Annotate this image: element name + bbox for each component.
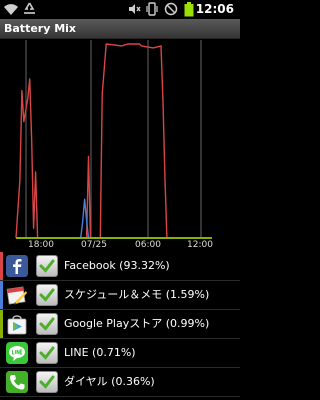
include-checkbox[interactable] xyxy=(36,342,58,364)
battery-icon xyxy=(184,2,194,17)
app-row-phone-dial[interactable]: ダイヤル (0.36%) xyxy=(0,368,240,397)
chart-background xyxy=(0,40,240,250)
line-icon xyxy=(6,342,28,364)
app-usage-label: LINE (0.71%) xyxy=(64,346,136,359)
app-row-schedule-memo[interactable]: スケジュール＆メモ (1.59%) xyxy=(0,281,240,310)
recycle-icon xyxy=(24,2,35,14)
series-color-strip xyxy=(0,368,3,396)
battery-usage-chart[interactable]: 18:00 07/25 06:00 12:00 xyxy=(0,40,240,250)
include-checkbox[interactable] xyxy=(36,255,58,277)
check-icon xyxy=(39,317,55,331)
status-time: 12:06 xyxy=(195,2,234,16)
chart-x-tick-label: 18:00 xyxy=(28,240,54,250)
chart-svg: 18:00 07/25 06:00 12:00 xyxy=(0,40,240,250)
app-usage-label: スケジュール＆メモ (1.59%) xyxy=(64,288,210,301)
app-row-line[interactable]: LINE (0.71%) xyxy=(0,339,240,368)
series-color-strip xyxy=(0,252,3,280)
phone-dial-icon xyxy=(6,371,28,393)
app-row-facebook[interactable]: Facebook (93.32%) xyxy=(0,252,240,281)
check-icon xyxy=(39,259,55,273)
include-checkbox[interactable] xyxy=(36,313,58,335)
no-signal-icon xyxy=(164,2,178,16)
check-icon xyxy=(39,346,55,360)
series-color-strip xyxy=(0,339,3,367)
chart-x-tick-label: 07/25 xyxy=(81,240,107,250)
check-icon xyxy=(39,288,55,302)
series-color-strip xyxy=(0,281,3,309)
google-play-store-icon xyxy=(7,315,27,335)
app-title: Battery Mix xyxy=(4,22,77,35)
wifi-icon xyxy=(4,4,18,15)
schedule-memo-icon xyxy=(6,286,27,305)
series-color-strip xyxy=(0,310,3,338)
include-checkbox[interactable] xyxy=(36,371,58,393)
include-checkbox[interactable] xyxy=(36,284,58,306)
app-usage-label: ダイヤル (0.36%) xyxy=(64,375,155,388)
vibrate-icon xyxy=(146,2,158,16)
muted-icon xyxy=(129,4,141,14)
chart-x-tick-label: 06:00 xyxy=(135,240,161,250)
status-bar: 12:06 xyxy=(0,0,240,19)
chart-x-tick-label: 12:00 xyxy=(187,240,213,250)
app-row-google-play-store[interactable]: Google Playストア (0.99%) xyxy=(0,310,240,339)
app-list: Facebook (93.32%) スケジュール＆メモ (1.59%) Goog… xyxy=(0,252,240,400)
app-usage-label: Facebook (93.32%) xyxy=(64,259,170,272)
facebook-icon xyxy=(6,255,28,277)
title-bar: Battery Mix xyxy=(0,19,240,39)
check-icon xyxy=(39,375,55,389)
app-usage-label: Google Playストア (0.99%) xyxy=(64,317,210,330)
